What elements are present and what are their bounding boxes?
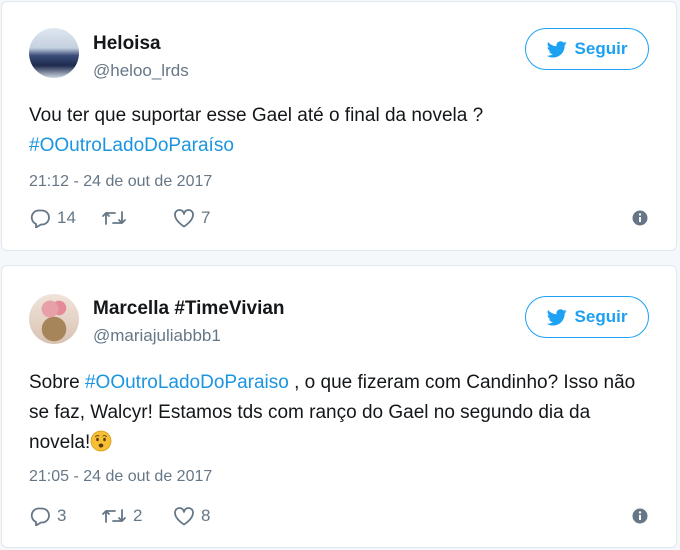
like-count: 7 — [201, 208, 211, 227]
follow-button[interactable]: Seguir — [525, 296, 649, 338]
tweet-card: Heloisa @heloo_lrds Seguir Vou ter que s… — [1, 1, 677, 251]
tweet-actions: 3 2 8 — [29, 503, 649, 529]
info-icon[interactable] — [631, 209, 649, 227]
tweet-text: Sobre #OOutroLadoDoParaiso , o que fizer… — [29, 368, 649, 458]
tweet-timestamp[interactable]: 21:12 - 24 de out de 2017 — [29, 173, 212, 191]
follow-label: Seguir — [574, 307, 628, 326]
heart-icon — [174, 209, 194, 228]
tweet-timestamp[interactable]: 21:05 - 24 de out de 2017 — [29, 468, 212, 486]
worried-face-icon — [90, 430, 112, 452]
twitter-bird-icon — [546, 40, 567, 57]
reply-button[interactable]: 14 — [29, 208, 101, 228]
avatar[interactable] — [29, 28, 79, 78]
author-name[interactable]: Marcella #TimeVivian — [93, 298, 285, 320]
tweet-body-start: Sobre — [29, 372, 85, 393]
reply-icon — [30, 507, 50, 526]
retweet-icon — [102, 509, 126, 523]
hashtag-link[interactable]: #OOutroLadoDoParaiso — [85, 372, 289, 393]
author-handle[interactable]: @mariajuliabbb1 — [93, 326, 221, 346]
retweet-count: 2 — [133, 506, 143, 525]
like-button[interactable]: 7 — [173, 208, 233, 228]
retweet-button[interactable] — [101, 208, 173, 228]
avatar[interactable] — [29, 294, 79, 344]
tweet-body: Vou ter que suportar esse Gael até o fin… — [29, 105, 484, 126]
heart-icon — [174, 507, 194, 526]
info-icon[interactable] — [631, 507, 649, 525]
reply-icon — [30, 209, 50, 228]
like-count: 8 — [201, 506, 211, 525]
hashtag-link[interactable]: #OOutroLadoDoParaíso — [29, 135, 234, 156]
author-handle[interactable]: @heloo_lrds — [93, 61, 189, 81]
retweet-button[interactable]: 2 — [101, 506, 173, 526]
reply-count: 3 — [57, 506, 67, 525]
reply-button[interactable]: 3 — [29, 506, 101, 526]
like-button[interactable]: 8 — [173, 506, 233, 526]
tweet-text: Vou ter que suportar esse Gael até o fin… — [29, 101, 649, 161]
tweet-actions: 14 7 — [29, 205, 649, 231]
retweet-icon — [102, 211, 126, 225]
tweet-card: Marcella #TimeVivian @mariajuliabbb1 Seg… — [1, 265, 677, 548]
author-name[interactable]: Heloisa — [93, 33, 161, 55]
twitter-bird-icon — [546, 308, 567, 325]
reply-count: 14 — [57, 208, 76, 227]
follow-label: Seguir — [574, 39, 628, 58]
follow-button[interactable]: Seguir — [525, 28, 649, 70]
